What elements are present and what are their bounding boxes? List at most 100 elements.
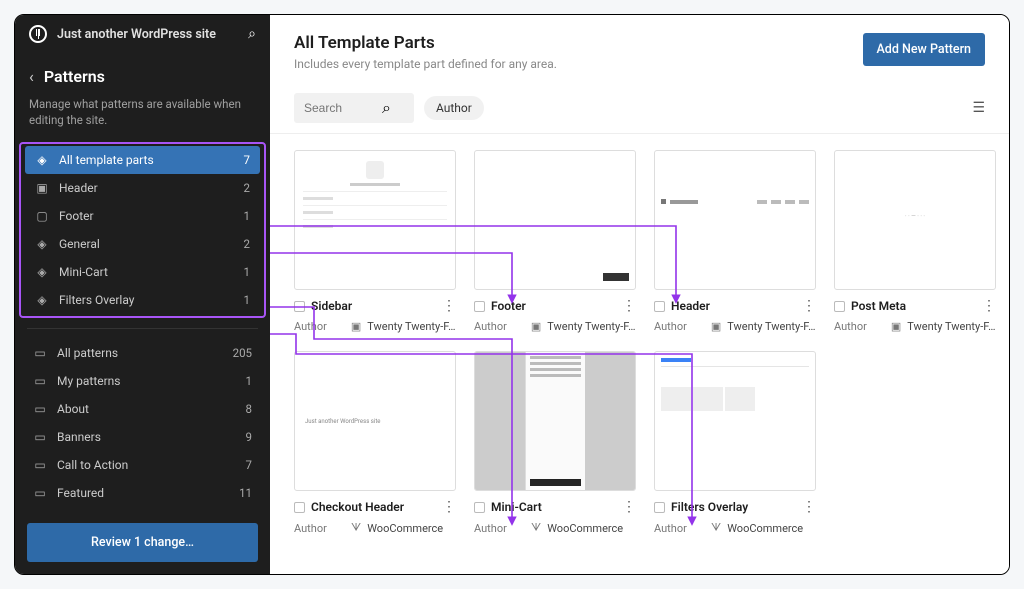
nav-count: 1 (244, 293, 250, 307)
template-card-mini-cart[interactable]: Mini-Cart ⋮ Author ᗐ WooCommerce (474, 351, 636, 535)
wordpress-logo-icon[interactable] (29, 25, 47, 43)
template-card-filters-overlay[interactable]: Filters Overlay ⋮ Author ᗐ WooCommerce (654, 351, 816, 535)
sidebar-topbar: Just another WordPress site ⌕ (15, 15, 270, 53)
author-label: Author (654, 522, 687, 535)
nav-count: 9 (246, 430, 252, 444)
search-toggle-icon[interactable]: ⌕ (248, 26, 256, 42)
nav-all-template-parts[interactable]: ◈ All template parts 7 (25, 146, 260, 174)
nav-label: General (59, 237, 234, 251)
theme-name: Twenty Twenty-F… (727, 320, 815, 333)
main-header: All Template Parts Includes every templa… (270, 15, 1009, 83)
nav-filters-overlay[interactable]: ◈ Filters Overlay 1 (25, 286, 260, 314)
card-thumbnail (654, 351, 816, 491)
nav-count: 1 (244, 209, 250, 223)
card-menu-icon[interactable]: ⋮ (622, 298, 636, 314)
diamond-icon: ◈ (35, 153, 49, 167)
theme-name: Twenty Twenty-F… (547, 320, 635, 333)
theme-name: WooCommerce (547, 522, 623, 535)
card-checkbox[interactable] (474, 502, 485, 513)
nav-my-patterns[interactable]: ▭ My patterns 1 (23, 367, 262, 395)
card-menu-icon[interactable]: ⋮ (622, 499, 636, 515)
card-checkbox[interactable] (294, 502, 305, 513)
card-thumbnail (474, 351, 636, 491)
card-checkbox[interactable] (294, 301, 305, 312)
nav-count: 7 (244, 153, 250, 167)
nav-count: 11 (239, 486, 252, 500)
diamond-icon: ◈ (35, 265, 49, 279)
nav-header[interactable]: ▣ Header 2 (25, 174, 260, 202)
nav-count: 2 (244, 181, 250, 195)
nav-label: Mini-Cart (59, 265, 234, 279)
card-checkbox[interactable] (834, 301, 845, 312)
template-card-post-meta[interactable]: · · — · · · Post Meta ⋮ Author ▣ Twenty … (834, 150, 996, 333)
author-label: Author (294, 522, 327, 535)
nav-label: Footer (59, 209, 234, 223)
add-new-pattern-button[interactable]: Add New Pattern (863, 33, 985, 66)
nav-count: 1 (244, 265, 250, 279)
card-title: Sidebar (311, 299, 436, 313)
nav-count: 1 (246, 374, 252, 388)
nav-call-to-action[interactable]: ▭ Call to Action 7 (23, 451, 262, 479)
author-label: Author (654, 320, 687, 333)
folder-icon: ▭ (33, 346, 47, 360)
template-card-checkout-header[interactable]: Just another WordPress site Checkout Hea… (294, 351, 456, 535)
template-card-footer[interactable]: Footer ⋮ Author ▣ Twenty Twenty-F… (474, 150, 636, 333)
search-input[interactable] (304, 101, 374, 115)
nav-footer[interactable]: ▢ Footer 1 (25, 202, 260, 230)
card-menu-icon[interactable]: ⋮ (982, 298, 996, 314)
theme-icon: ▣ (351, 320, 361, 333)
pattern-categories-group: ▭ All patterns 205 ▭ My patterns 1 ▭ Abo… (15, 339, 270, 507)
author-label: Author (474, 320, 507, 333)
grid-row: Sidebar ⋮ Author ▣ Twenty Twenty-F… (294, 150, 985, 333)
nav-general[interactable]: ◈ General 2 (25, 230, 260, 258)
nav-label: Filters Overlay (59, 293, 234, 307)
author-filter-chip[interactable]: Author (424, 96, 484, 120)
main-panel: All Template Parts Includes every templa… (270, 15, 1009, 574)
sidebar: Just another WordPress site ⌕ ‹ Patterns… (15, 15, 270, 574)
folder-icon: ▭ (33, 402, 47, 416)
card-title: Checkout Header (311, 500, 436, 514)
nav-count: 8 (246, 402, 252, 416)
nav-label: Call to Action (57, 458, 236, 472)
card-menu-icon[interactable]: ⋮ (802, 298, 816, 314)
nav-banners[interactable]: ▭ Banners 9 (23, 423, 262, 451)
nav-label: Featured (57, 486, 229, 500)
nav-label: Header (59, 181, 234, 195)
card-thumbnail (294, 150, 456, 290)
theme-icon: ▣ (531, 320, 541, 333)
nav-all-patterns[interactable]: ▭ All patterns 205 (23, 339, 262, 367)
card-thumbnail: · · — · · · (834, 150, 996, 290)
filter-settings-icon[interactable]: ☰ (972, 100, 985, 116)
site-title: Just another WordPress site (57, 27, 238, 42)
nav-featured[interactable]: ▭ Featured 11 (23, 479, 262, 507)
template-card-sidebar[interactable]: Sidebar ⋮ Author ▣ Twenty Twenty-F… (294, 150, 456, 333)
theme-name: WooCommerce (727, 522, 803, 535)
template-card-header[interactable]: Header ⋮ Author ▣ Twenty Twenty-F… (654, 150, 816, 333)
card-checkbox[interactable] (654, 301, 665, 312)
card-menu-icon[interactable]: ⋮ (442, 499, 456, 515)
card-title: Footer (491, 299, 616, 313)
app-frame: Just another WordPress site ⌕ ‹ Patterns… (14, 14, 1010, 575)
search-icon: ⌕ (382, 98, 391, 118)
review-changes-button[interactable]: Review 1 change… (27, 523, 258, 562)
card-title: Mini-Cart (491, 500, 616, 514)
sidebar-title: Patterns (44, 67, 105, 86)
folder-icon: ▭ (33, 374, 47, 388)
card-thumbnail (654, 150, 816, 290)
card-menu-icon[interactable]: ⋮ (442, 298, 456, 314)
nav-count: 7 (246, 458, 252, 472)
nav-about[interactable]: ▭ About 8 (23, 395, 262, 423)
search-box[interactable]: ⌕ (294, 93, 414, 123)
page-title: All Template Parts (294, 33, 863, 53)
nav-count: 2 (244, 237, 250, 251)
nav-mini-cart[interactable]: ◈ Mini-Cart 1 (25, 258, 260, 286)
back-chevron-icon[interactable]: ‹ (29, 67, 34, 86)
card-menu-icon[interactable]: ⋮ (802, 499, 816, 515)
template-grid: Sidebar ⋮ Author ▣ Twenty Twenty-F… (270, 134, 1009, 574)
nav-label: All template parts (59, 153, 234, 167)
diamond-icon: ◈ (35, 237, 49, 251)
diamond-icon: ◈ (35, 293, 49, 307)
card-title: Filters Overlay (671, 500, 796, 514)
card-checkbox[interactable] (654, 502, 665, 513)
card-checkbox[interactable] (474, 301, 485, 312)
